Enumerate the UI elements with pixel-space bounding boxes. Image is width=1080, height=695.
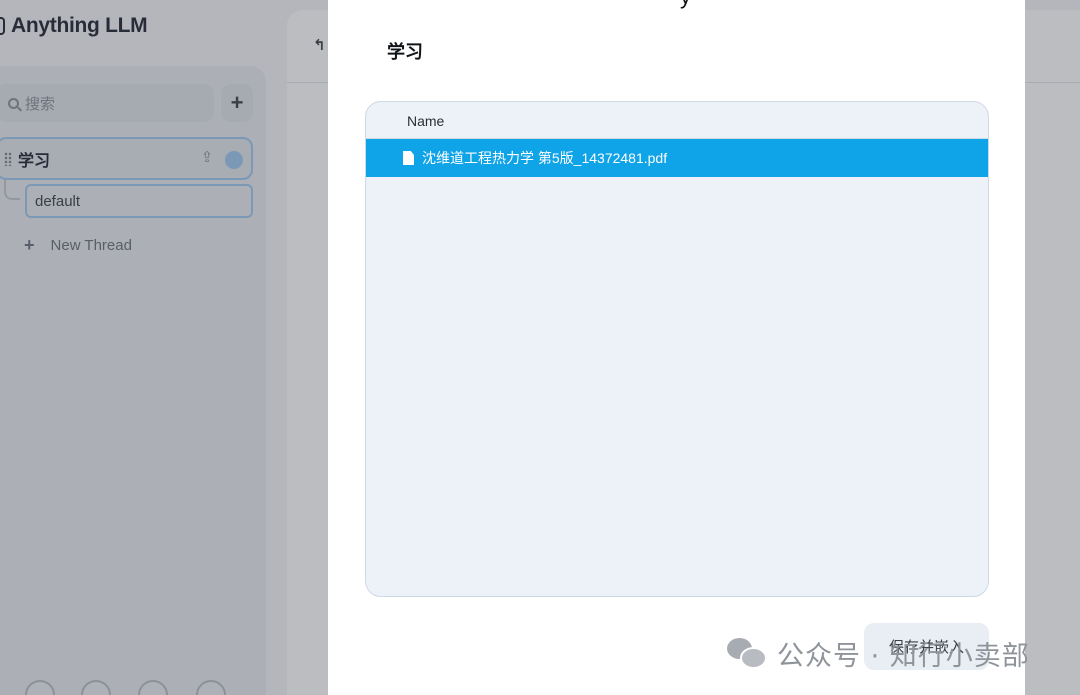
table-header: Name: [366, 102, 988, 139]
column-header-name: Name: [407, 113, 445, 129]
modal-title: y: [680, 0, 691, 10]
workspace-files-panel: Name 沈维道工程热力学 第5版_14372481.pdf: [365, 101, 989, 597]
table-row[interactable]: 沈维道工程热力学 第5版_14372481.pdf: [366, 139, 988, 177]
file-icon: [403, 151, 414, 165]
save-and-embed-button[interactable]: 保存并嵌入: [864, 623, 989, 670]
file-name: 沈维道工程热力学 第5版_14372481.pdf: [422, 150, 668, 166]
workspace-title: 学习: [387, 42, 423, 62]
